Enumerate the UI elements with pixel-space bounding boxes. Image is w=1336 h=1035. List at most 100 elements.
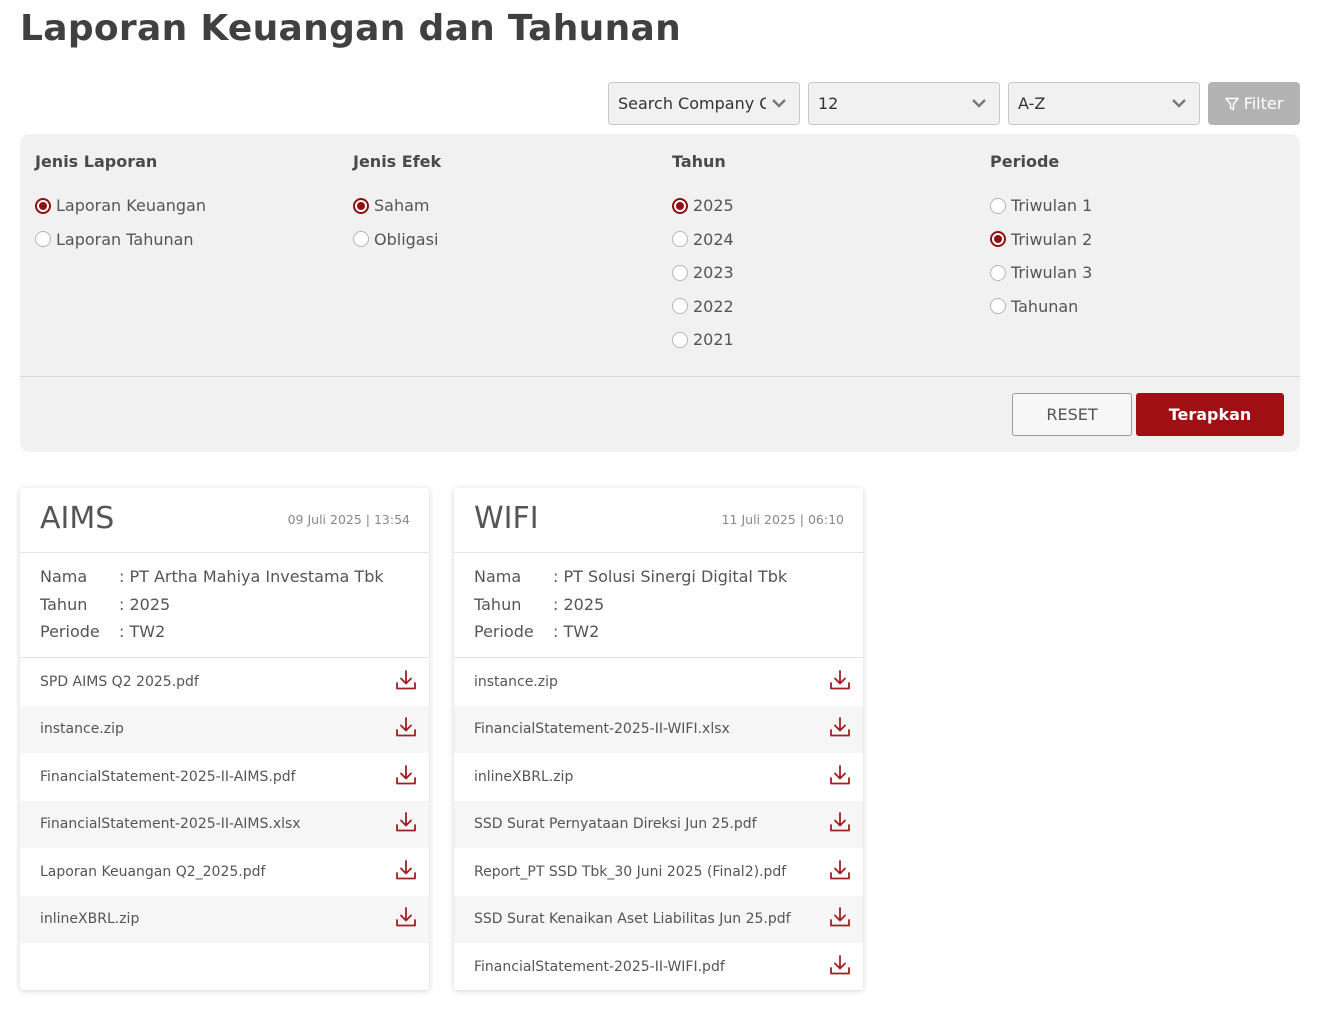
company-code: WIFI [474, 501, 539, 536]
filter-group-jenis-efek: Jenis Efek Saham Obligasi [353, 152, 653, 256]
file-name[interactable]: Report_PT SSD Tbk_30 Juni 2025 (Final2).… [474, 864, 786, 880]
radio-option[interactable]: Obligasi [353, 223, 653, 257]
download-icon[interactable] [828, 810, 852, 838]
page-title: Laporan Keuangan dan Tahunan [20, 8, 682, 49]
file-row[interactable]: SPD AIMS Q2 2025.pdf [20, 658, 429, 706]
radio-option[interactable]: Tahunan [990, 290, 1290, 324]
file-name[interactable]: SSD Surat Pernyataan Direksi Jun 25.pdf [474, 816, 757, 832]
file-row[interactable]: FinancialStatement-2025-II-AIMS.pdf [20, 753, 429, 801]
file-row[interactable]: FinancialStatement-2025-II-AIMS.xlsx [20, 800, 429, 848]
radio-option[interactable]: 2023 [672, 256, 972, 290]
radio-label: Triwulan 3 [1011, 263, 1093, 283]
download-icon[interactable] [394, 810, 418, 838]
download-icon[interactable] [394, 905, 418, 933]
radio-unchecked[interactable] [35, 231, 51, 248]
file-row[interactable]: SSD Surat Kenaikan Aset Liabilitas Jun 2… [454, 895, 863, 943]
filter-group-periode: Periode Triwulan 1 Triwulan 2 Triwulan 3 Ta… [990, 152, 1290, 323]
radio-unchecked[interactable] [672, 331, 688, 348]
radio-option[interactable]: Triwulan 1 [990, 189, 1290, 223]
filter-group-jenis-laporan: Jenis Laporan Laporan Keuangan Laporan Ta… [35, 152, 335, 256]
info-value: : 2025 [553, 594, 605, 614]
radio-label: Tahunan [1011, 296, 1079, 316]
radio-label: 2024 [693, 229, 734, 249]
file-row[interactable]: SSD Surat Pernyataan Direksi Jun 25.pdf [454, 800, 863, 848]
filter-group-title: Tahun [672, 152, 726, 171]
filter-label: Filter [1243, 94, 1284, 113]
download-icon[interactable] [394, 668, 418, 696]
file-row[interactable]: FinancialStatement-2025-II-WIFI.pdf [454, 943, 863, 990]
radio-option[interactable]: 2025 [672, 189, 972, 223]
apply-button[interactable]: Terapkan [1136, 393, 1284, 436]
radio-option[interactable]: Saham [353, 189, 653, 223]
file-name[interactable]: FinancialStatement-2025-II-WIFI.xlsx [474, 721, 730, 737]
file-name[interactable]: SPD AIMS Q2 2025.pdf [40, 674, 199, 690]
radio-unchecked[interactable] [672, 264, 688, 281]
download-icon[interactable] [828, 858, 852, 886]
file-name[interactable]: Laporan Keuangan Q2_2025.pdf [40, 864, 265, 880]
file-row[interactable]: instance.zip [20, 705, 429, 753]
file-name[interactable]: inlineXBRL.zip [40, 911, 139, 927]
info-row-nama: Nama: PT Solusi Sinergi Digital Tbk [474, 563, 843, 591]
report-date: 11 Juli 2025 | 06:10 [721, 512, 844, 527]
download-icon[interactable] [394, 763, 418, 791]
page-size-select[interactable]: 12 [808, 82, 1000, 125]
info-value: : PT Solusi Sinergi Digital Tbk [553, 567, 788, 587]
company-search-select[interactable]: Search Company Code [608, 82, 800, 125]
file-row[interactable]: inlineXBRL.zip [20, 895, 429, 943]
file-row[interactable]: inlineXBRL.zip [454, 753, 863, 801]
reset-button[interactable]: RESET [1012, 393, 1132, 436]
radio-option[interactable]: 2024 [672, 223, 972, 257]
file-row[interactable]: instance.zip [454, 658, 863, 706]
file-name[interactable]: inlineXBRL.zip [474, 769, 573, 785]
info-value: : PT Artha Mahiya Investama Tbk [119, 567, 384, 587]
download-icon[interactable] [394, 858, 418, 886]
radio-checked[interactable] [990, 231, 1006, 248]
company-search-value: Search Company Code [618, 94, 766, 113]
download-icon[interactable] [828, 668, 852, 696]
radio-unchecked[interactable] [672, 298, 688, 315]
file-name[interactable]: FinancialStatement-2025-II-AIMS.pdf [40, 769, 296, 785]
radio-checked[interactable] [353, 197, 369, 214]
radio-option[interactable]: Triwulan 2 [990, 223, 1290, 257]
radio-unchecked[interactable] [353, 231, 369, 248]
report-card: AIMS 09 Juli 2025 | 13:54 Nama: PT Artha M… [20, 488, 429, 990]
info-row-periode: Periode: TW2 [474, 618, 843, 646]
download-icon[interactable] [394, 715, 418, 743]
funnel-icon [1224, 97, 1239, 110]
info-row-nama: Nama: PT Artha Mahiya Investama Tbk [40, 563, 409, 591]
radio-label: Triwulan 2 [1011, 229, 1093, 249]
radio-option[interactable]: 2022 [672, 290, 972, 324]
report-card: WIFI 11 Juli 2025 | 06:10 Nama: PT Solusi … [454, 488, 863, 990]
filter-group-title: Jenis Efek [353, 152, 442, 171]
sort-select[interactable]: A-Z [1008, 82, 1200, 125]
file-name[interactable]: FinancialStatement-2025-II-WIFI.pdf [474, 959, 725, 975]
radio-option[interactable]: Triwulan 3 [990, 256, 1290, 290]
radio-option[interactable]: 2021 [672, 323, 972, 357]
radio-option[interactable]: Laporan Tahunan [35, 223, 335, 257]
file-row[interactable]: Report_PT SSD Tbk_30 Juni 2025 (Final2).… [454, 848, 863, 896]
radio-unchecked[interactable] [990, 298, 1006, 315]
info-value: : 2025 [119, 594, 171, 614]
file-row[interactable]: Laporan Keuangan Q2_2025.pdf [20, 848, 429, 896]
download-icon[interactable] [828, 905, 852, 933]
file-row[interactable]: FinancialStatement-2025-II-WIFI.xlsx [454, 705, 863, 753]
radio-unchecked[interactable] [990, 264, 1006, 281]
file-name[interactable]: instance.zip [40, 721, 124, 737]
file-name[interactable]: SSD Surat Kenaikan Aset Liabilitas Jun 2… [474, 911, 791, 927]
download-icon[interactable] [828, 715, 852, 743]
radio-checked[interactable] [672, 197, 688, 214]
toolbar: Search Company Code 12 A-Z Filter [608, 82, 1300, 125]
radio-unchecked[interactable] [990, 197, 1006, 214]
radio-option[interactable]: Laporan Keuangan [35, 189, 335, 223]
filter-button[interactable]: Filter [1208, 82, 1300, 125]
download-icon[interactable] [828, 953, 852, 981]
chevron-down-icon [972, 99, 986, 108]
download-icon[interactable] [828, 763, 852, 791]
radio-checked[interactable] [35, 197, 51, 214]
company-code: AIMS [40, 501, 115, 536]
info-row-tahun: Tahun: 2025 [40, 591, 409, 619]
info-label: Periode [40, 622, 100, 642]
file-name[interactable]: instance.zip [474, 674, 558, 690]
file-name[interactable]: FinancialStatement-2025-II-AIMS.xlsx [40, 816, 301, 832]
radio-unchecked[interactable] [672, 231, 688, 248]
